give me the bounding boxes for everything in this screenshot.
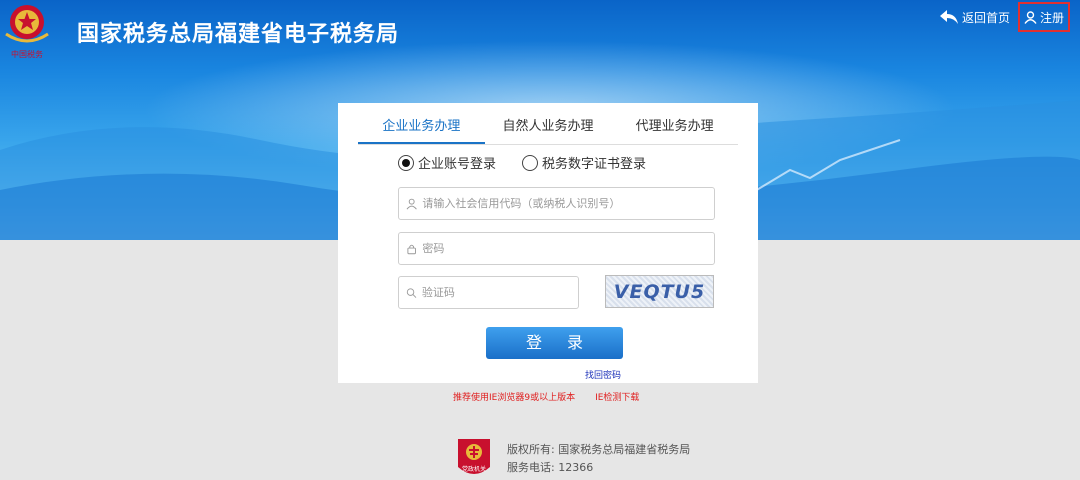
tax-emblem-icon: 中国税务 bbox=[5, 5, 49, 59]
login-mode-group: 企业账号登录 税务数字证书登录 bbox=[398, 153, 646, 172]
login-tabs: 企业业务办理 自然人业务办理 代理业务办理 bbox=[358, 115, 738, 145]
radio-unselected-icon bbox=[522, 154, 539, 171]
emblem-caption: 中国税务 bbox=[11, 49, 43, 59]
tab-enterprise[interactable]: 企业业务办理 bbox=[358, 115, 485, 144]
login-card: 企业业务办理 自然人业务办理 代理业务办理 企业账号登录 税务数字证书登录 请输… bbox=[338, 103, 758, 383]
password-input[interactable] bbox=[422, 242, 714, 255]
home-link[interactable]: 返回首页 bbox=[935, 2, 1014, 32]
radio-account-label: 企业账号登录 bbox=[418, 157, 497, 172]
search-icon bbox=[406, 287, 417, 298]
login-button[interactable]: 登 录 bbox=[486, 327, 623, 359]
tab-individual[interactable]: 自然人业务办理 bbox=[485, 115, 612, 144]
account-input[interactable] bbox=[422, 197, 714, 210]
register-link[interactable]: 注册 bbox=[1017, 2, 1070, 32]
user-icon bbox=[1024, 10, 1037, 24]
radio-selected-icon bbox=[398, 154, 414, 171]
captcha-text: VEQTU5 bbox=[613, 280, 706, 303]
footer-copyright: 版权所有: 国家税务总局福建省税务局 bbox=[507, 443, 691, 456]
home-link-label: 返回首页 bbox=[961, 10, 1010, 25]
register-link-label: 注册 bbox=[1039, 10, 1064, 25]
user-icon bbox=[406, 198, 417, 210]
forgot-password-link[interactable]: 找回密码 bbox=[585, 368, 621, 381]
party-government-badge-icon[interactable]: 党政机关 bbox=[456, 437, 492, 480]
browser-tip: 推荐使用IE浏览器9或以上版本 bbox=[453, 393, 576, 403]
tab-agent[interactable]: 代理业务办理 bbox=[611, 115, 738, 144]
footer: 版权所有: 国家税务总局福建省税务局 服务电话: 12366 bbox=[507, 441, 690, 477]
ie-check-link[interactable]: IE检测下载 bbox=[595, 390, 639, 403]
browser-notice: 推荐使用IE浏览器9或以上版本 IE检测下载 bbox=[453, 390, 639, 403]
radio-account-login[interactable]: 企业账号登录 bbox=[398, 153, 496, 172]
return-arrow-icon bbox=[939, 10, 958, 24]
password-field bbox=[398, 232, 715, 265]
account-field bbox=[398, 187, 715, 220]
radio-certificate-label: 税务数字证书登录 bbox=[542, 157, 647, 172]
captcha-field bbox=[398, 276, 579, 309]
radio-certificate-login[interactable]: 税务数字证书登录 bbox=[522, 153, 646, 172]
top-links: 返回首页 注册 bbox=[935, 2, 1070, 32]
badge-text: 党政机关 bbox=[462, 465, 486, 473]
captcha-input[interactable] bbox=[421, 286, 578, 299]
lock-icon bbox=[407, 244, 416, 254]
captcha-image[interactable]: VEQTU5 bbox=[605, 275, 714, 308]
footer-phone: 服务电话: 12366 bbox=[507, 461, 594, 474]
site-title: 国家税务总局福建省电子税务局 bbox=[77, 22, 400, 47]
